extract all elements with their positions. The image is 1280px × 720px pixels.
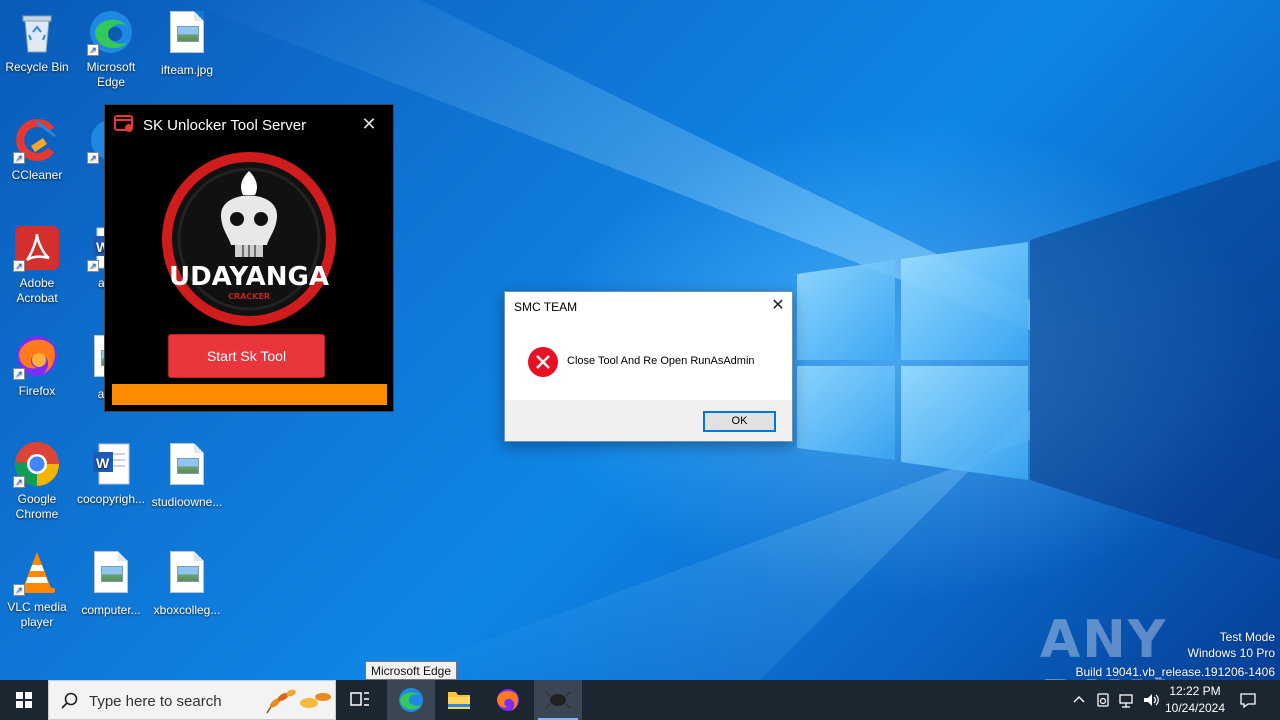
desktop-icon-cocopyright[interactable]: W cocopyrigh... [74,440,148,507]
watermark-test-mode: Test Mode [1219,630,1275,644]
desktop-icon-label: studioowne... [151,495,223,509]
taskbar-firefox-button[interactable] [484,680,532,720]
desktop-icon-label: VLC media player [7,600,67,629]
taskbar-clock[interactable]: 12:22 PM 10/24/2024 [1160,683,1230,717]
dialog-title: SMC TEAM [514,300,578,314]
error-dialog: SMC TEAM ✕ Close Tool And Re Open RunAsA… [504,291,793,442]
taskbar-sk-unlocker-button[interactable] [534,680,582,720]
desktop-icon-label: Adobe Acrobat [16,276,58,305]
taskbar-tooltip: Microsoft Edge [365,661,458,680]
desktop-icon-xboxcollege[interactable]: xboxcolleg... [150,548,224,618]
firefox-icon [497,689,519,711]
dialog-footer: OK [505,400,792,441]
desktop-icon-label: ifteam.jpg [160,63,214,77]
desktop-icon-studioowner[interactable]: studioowne... [150,440,224,510]
file-explorer-icon [448,692,470,709]
desktop-icon-acrobat[interactable]: ↗ Adobe Acrobat [0,224,74,306]
image-file-icon [87,551,135,599]
search-placeholder: Type here to search [89,693,222,710]
desktop-icon-chrome[interactable]: ↗ Google Chrome [0,440,74,522]
close-icon[interactable]: ✕ [767,296,789,318]
desktop-icon-computer[interactable]: computer... [74,548,148,618]
image-file-icon [163,551,211,599]
chrome-icon: ↗ [13,440,61,488]
desktop-icon-label: Firefox [18,384,56,398]
desktop-icon-label: Google Chrome [15,492,59,521]
image-file-icon [163,443,211,491]
sk-unlocker-icon [545,691,571,709]
close-icon[interactable]: ✕ [355,113,383,137]
dialog-message: Close Tool And Re Open RunAsAdmin [567,355,755,367]
clock-date: 10/24/2024 [1164,701,1226,715]
desktop-icon-vlc[interactable]: ↗ VLC media player [0,548,74,630]
vlc-icon: ↗ [13,548,61,596]
desktop-icon-firefox[interactable]: ↗ Firefox [0,332,74,399]
progress-bar [112,384,387,405]
sk-unlocker-window: SK Unlocker Tool Server ✕ UDAYANGA CRACK… [104,104,394,412]
taskbar-search-box[interactable]: Type here to search [48,680,336,720]
volume-icon[interactable] [1142,691,1160,709]
taskbar-file-explorer-button[interactable] [435,680,483,720]
logo-subtitle: CRACKER [228,292,270,301]
acrobat-icon: ↗ [13,224,61,272]
ccleaner-icon: ↗ [13,116,61,164]
edge-icon [399,688,423,712]
search-icon [61,692,78,709]
svg-text:W: W [96,455,110,471]
desktop-icon-recycle-bin[interactable]: Recycle Bin [0,8,74,75]
start-button[interactable] [0,680,48,720]
watermark-build: Build 19041.vb_release.191206-1406 [1075,665,1276,679]
desktop-icon-label: CCleaner [11,168,63,182]
sk-window-title: SK Unlocker Tool Server [143,117,307,134]
logo-title: UDAYANGA [169,262,329,292]
chevron-up-icon[interactable] [1070,691,1088,709]
desktop-icon-label: cocopyrigh... [76,492,146,506]
app-window-icon [114,115,133,132]
windows-start-icon [16,692,32,708]
watermark-edition: Windows 10 Pro [1187,646,1275,660]
firefox-icon: ↗ [13,332,61,380]
desktop-icon-ifteam[interactable]: ifteam.jpg [150,8,224,78]
autumn-leaves-icon [266,689,331,714]
desktop-icon-label: xboxcolleg... [153,603,221,617]
sk-window-titlebar[interactable]: SK Unlocker Tool Server ✕ [105,105,393,143]
image-file-icon [163,11,211,59]
desktop: Recycle Bin ↗ Microsoft Edge ifteam.jpg … [0,0,1280,680]
windows-logo-wallpaper [797,242,1028,480]
desktop-icon-label: Microsoft Edge [86,60,136,89]
clock-time: 12:22 PM [1169,684,1221,698]
device-icon[interactable] [1094,691,1112,709]
desktop-icon-label: Recycle Bin [5,60,69,74]
desktop-icon-ccleaner[interactable]: ↗ CCleaner [0,116,74,183]
taskbar-edge-button[interactable] [387,680,435,720]
word-doc-icon: W [87,440,135,488]
taskbar: Type here to search 12:22 PM 10/24/2024 [0,680,1280,720]
error-icon [528,347,558,377]
desktop-icon-label: computer... [81,603,141,617]
anyrun-watermark: ANY RUN Test Mode Windows 10 Pro Build 1… [1040,610,1280,680]
task-view-icon [350,692,369,706]
ok-button[interactable]: OK [703,411,776,432]
udayanga-cracker-logo: UDAYANGA CRACKER [162,152,336,326]
task-view-button[interactable] [336,680,384,720]
recycle-bin-icon [13,8,61,56]
notification-icon[interactable] [1239,691,1257,709]
edge-icon: ↗ [87,8,135,56]
desktop-icon-edge[interactable]: ↗ Microsoft Edge [74,8,148,90]
network-icon[interactable] [1118,691,1136,709]
start-sk-tool-button[interactable]: Start Sk Tool [168,334,325,378]
